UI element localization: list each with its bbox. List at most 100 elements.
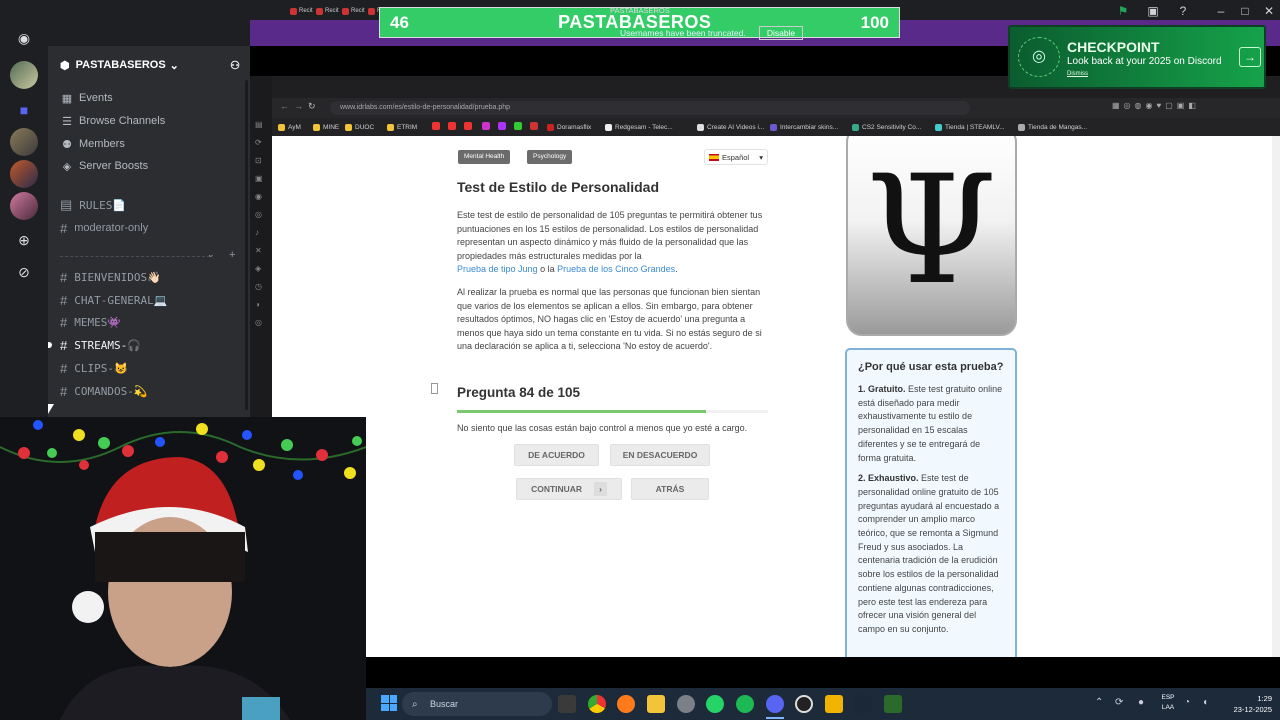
sidebar-app-icon[interactable]: ◎	[255, 318, 262, 327]
bookmark[interactable]: Doramasflix	[547, 121, 591, 133]
settings-icon[interactable]	[677, 695, 695, 713]
taskbar-search[interactable]: ⌕ Buscar	[402, 692, 552, 716]
tag-psychology[interactable]: Psychology	[527, 150, 573, 164]
bookmark-favicon-icon[interactable]	[448, 122, 456, 130]
firefox-icon[interactable]	[617, 695, 635, 713]
bookmark-favicon-icon[interactable]	[432, 122, 440, 130]
minimize-button[interactable]: –	[1212, 4, 1230, 18]
spotify-icon[interactable]	[736, 695, 754, 713]
browser-tab[interactable]: Recit	[342, 5, 366, 17]
sync-icon[interactable]: ⟳	[1115, 697, 1123, 708]
terminal-icon[interactable]	[558, 695, 576, 713]
bookmark[interactable]: MINE	[313, 121, 339, 133]
nav-server-boosts[interactable]: ◈ Server Boosts	[60, 157, 148, 175]
nav-events[interactable]: ▦ Events	[60, 89, 113, 107]
sidebar-app-icon[interactable]: ⟳	[255, 138, 262, 147]
agree-button[interactable]: DE ACUERDO	[514, 444, 599, 466]
disagree-button[interactable]: EN DESACUERDO	[610, 444, 710, 466]
dismiss-link[interactable]: Dismiss	[1067, 71, 1088, 77]
bookmark-favicon-icon[interactable]	[498, 122, 506, 130]
bookmark[interactable]: CS2 Sensitivity Co...	[852, 121, 921, 133]
chevron-up-icon[interactable]: ⌃	[1095, 697, 1103, 708]
chrome-icon[interactable]	[588, 695, 606, 713]
minecraft-icon[interactable]	[884, 695, 902, 713]
steam-icon[interactable]	[854, 695, 872, 713]
channel-bienvenidos[interactable]: # BIENVENIDOS👋🏻	[60, 268, 161, 286]
bookmark[interactable]: Redgesam - Telec...	[605, 121, 673, 133]
jung-test-link[interactable]: Prueba de tipo Jung	[457, 264, 538, 274]
obs-icon[interactable]	[795, 695, 813, 713]
discord-home-icon[interactable]: ◉	[10, 24, 38, 52]
sidebar-app-icon[interactable]: ✕	[255, 246, 262, 255]
app-icon[interactable]	[825, 695, 843, 713]
server-icon-active[interactable]	[10, 61, 38, 89]
sidebar-app-icon[interactable]: ♪	[255, 228, 259, 237]
bookmark-favicon-icon[interactable]	[514, 122, 522, 130]
language-select[interactable]: Español ▾	[704, 149, 768, 165]
page-scrollbar[interactable]	[1272, 136, 1280, 657]
microphone-icon[interactable]: ●	[1138, 697, 1144, 708]
channel-moderator-only[interactable]: # moderator-only	[60, 219, 148, 237]
big-five-link[interactable]: Prueba de los Cinco Grandes	[557, 264, 675, 274]
close-button[interactable]: ✕	[1260, 4, 1278, 18]
bookmark[interactable]: ETRIM	[387, 121, 417, 133]
bookmark-favicon-icon[interactable]	[482, 122, 490, 130]
channel-chat-general[interactable]: # CHAT-GENERAL💻	[60, 291, 167, 309]
disable-button[interactable]: Disable	[759, 26, 803, 40]
channel-rules[interactable]: ▤ RULES📄	[60, 196, 126, 214]
channel-memes[interactable]: # MEMES👾	[60, 313, 121, 331]
discover-icon[interactable]: ⊘	[10, 258, 38, 286]
flag-icon[interactable]: ⚑	[1114, 4, 1132, 18]
sidebar-app-icon[interactable]: ⊡	[255, 156, 262, 165]
maximize-button[interactable]: □	[1236, 4, 1254, 18]
bookmark-favicon-icon[interactable]	[530, 122, 538, 130]
add-server-icon[interactable]: ⊕	[10, 226, 38, 254]
extensions-icon[interactable]: ▦◎◍◉♥▢▣◧	[1112, 101, 1200, 110]
windows-start-icon[interactable]	[381, 695, 397, 711]
bookmark[interactable]: Create AI Videos i...	[697, 121, 764, 133]
volume-icon[interactable]: ◖	[1202, 697, 1208, 708]
chevron-down-icon[interactable]: ⌄	[207, 249, 215, 260]
sidebar-app-icon[interactable]: ◎	[255, 210, 262, 219]
add-channel-icon[interactable]: +	[229, 249, 235, 261]
back-icon[interactable]: ←	[280, 101, 289, 111]
sidebar-app-icon[interactable]: ▣	[255, 174, 263, 183]
folder-icon[interactable]: ■	[10, 96, 38, 124]
invite-icon[interactable]: ⚇	[230, 59, 240, 72]
server-icon[interactable]	[10, 128, 38, 156]
bookmark[interactable]: AyM	[278, 121, 301, 133]
wifi-icon[interactable]: ◔	[1184, 697, 1190, 708]
continue-button[interactable]: CONTINUAR ›	[516, 478, 622, 500]
sidebar-app-icon[interactable]: ▤	[255, 120, 263, 129]
bookmark[interactable]: Tienda | STEAMLV...	[935, 121, 1005, 133]
help-icon[interactable]: ?	[1174, 4, 1192, 18]
bookmark[interactable]: Tienda de Mangas...	[1018, 121, 1087, 133]
channel-comandos[interactable]: # COMANDOS-💫	[60, 382, 148, 400]
arrow-right-icon[interactable]: →	[1239, 47, 1261, 67]
bookmark-favicon-icon[interactable]	[464, 122, 472, 130]
nav-browse-channels[interactable]: ☰ Browse Channels	[60, 112, 165, 130]
server-icon[interactable]	[10, 160, 38, 188]
sidebar-app-icon[interactable]: ◉	[255, 192, 262, 201]
reload-icon[interactable]: ↻	[308, 101, 316, 112]
sidebar-app-icon[interactable]: ◑	[255, 300, 260, 309]
channel-clips[interactable]: # CLIPS-😺	[60, 359, 128, 377]
taskbar-clock[interactable]: 1:29 23-12-2025	[1224, 693, 1272, 715]
forward-icon[interactable]: →	[294, 101, 303, 111]
inbox-icon[interactable]: ▣	[1144, 4, 1162, 18]
tag-mental-health[interactable]: Mental Health	[458, 150, 511, 164]
sidebar-app-icon[interactable]: ◈	[255, 264, 261, 273]
server-icon[interactable]	[10, 192, 38, 220]
nav-members[interactable]: ⚉ Members	[60, 135, 125, 153]
discord-icon[interactable]	[766, 695, 784, 713]
browser-tab[interactable]: Recit	[316, 5, 340, 17]
bookmark[interactable]: DUOC	[345, 121, 374, 133]
whatsapp-icon[interactable]	[706, 695, 724, 713]
checkpoint-popup[interactable]: ◎ CHECKPOINT Look back at your 2025 on D…	[1008, 25, 1266, 89]
url-input[interactable]: www.idrlabs.com/es/estilo-de-personalida…	[330, 101, 970, 115]
sidebar-scrollbar[interactable]	[245, 80, 248, 410]
language-indicator[interactable]: ESP LAA	[1160, 693, 1176, 713]
channel-streams[interactable]: # STREAMS-🎧	[60, 336, 141, 354]
file-explorer-icon[interactable]	[647, 695, 665, 713]
bookmark[interactable]: Intercambiar skins...	[770, 121, 838, 133]
